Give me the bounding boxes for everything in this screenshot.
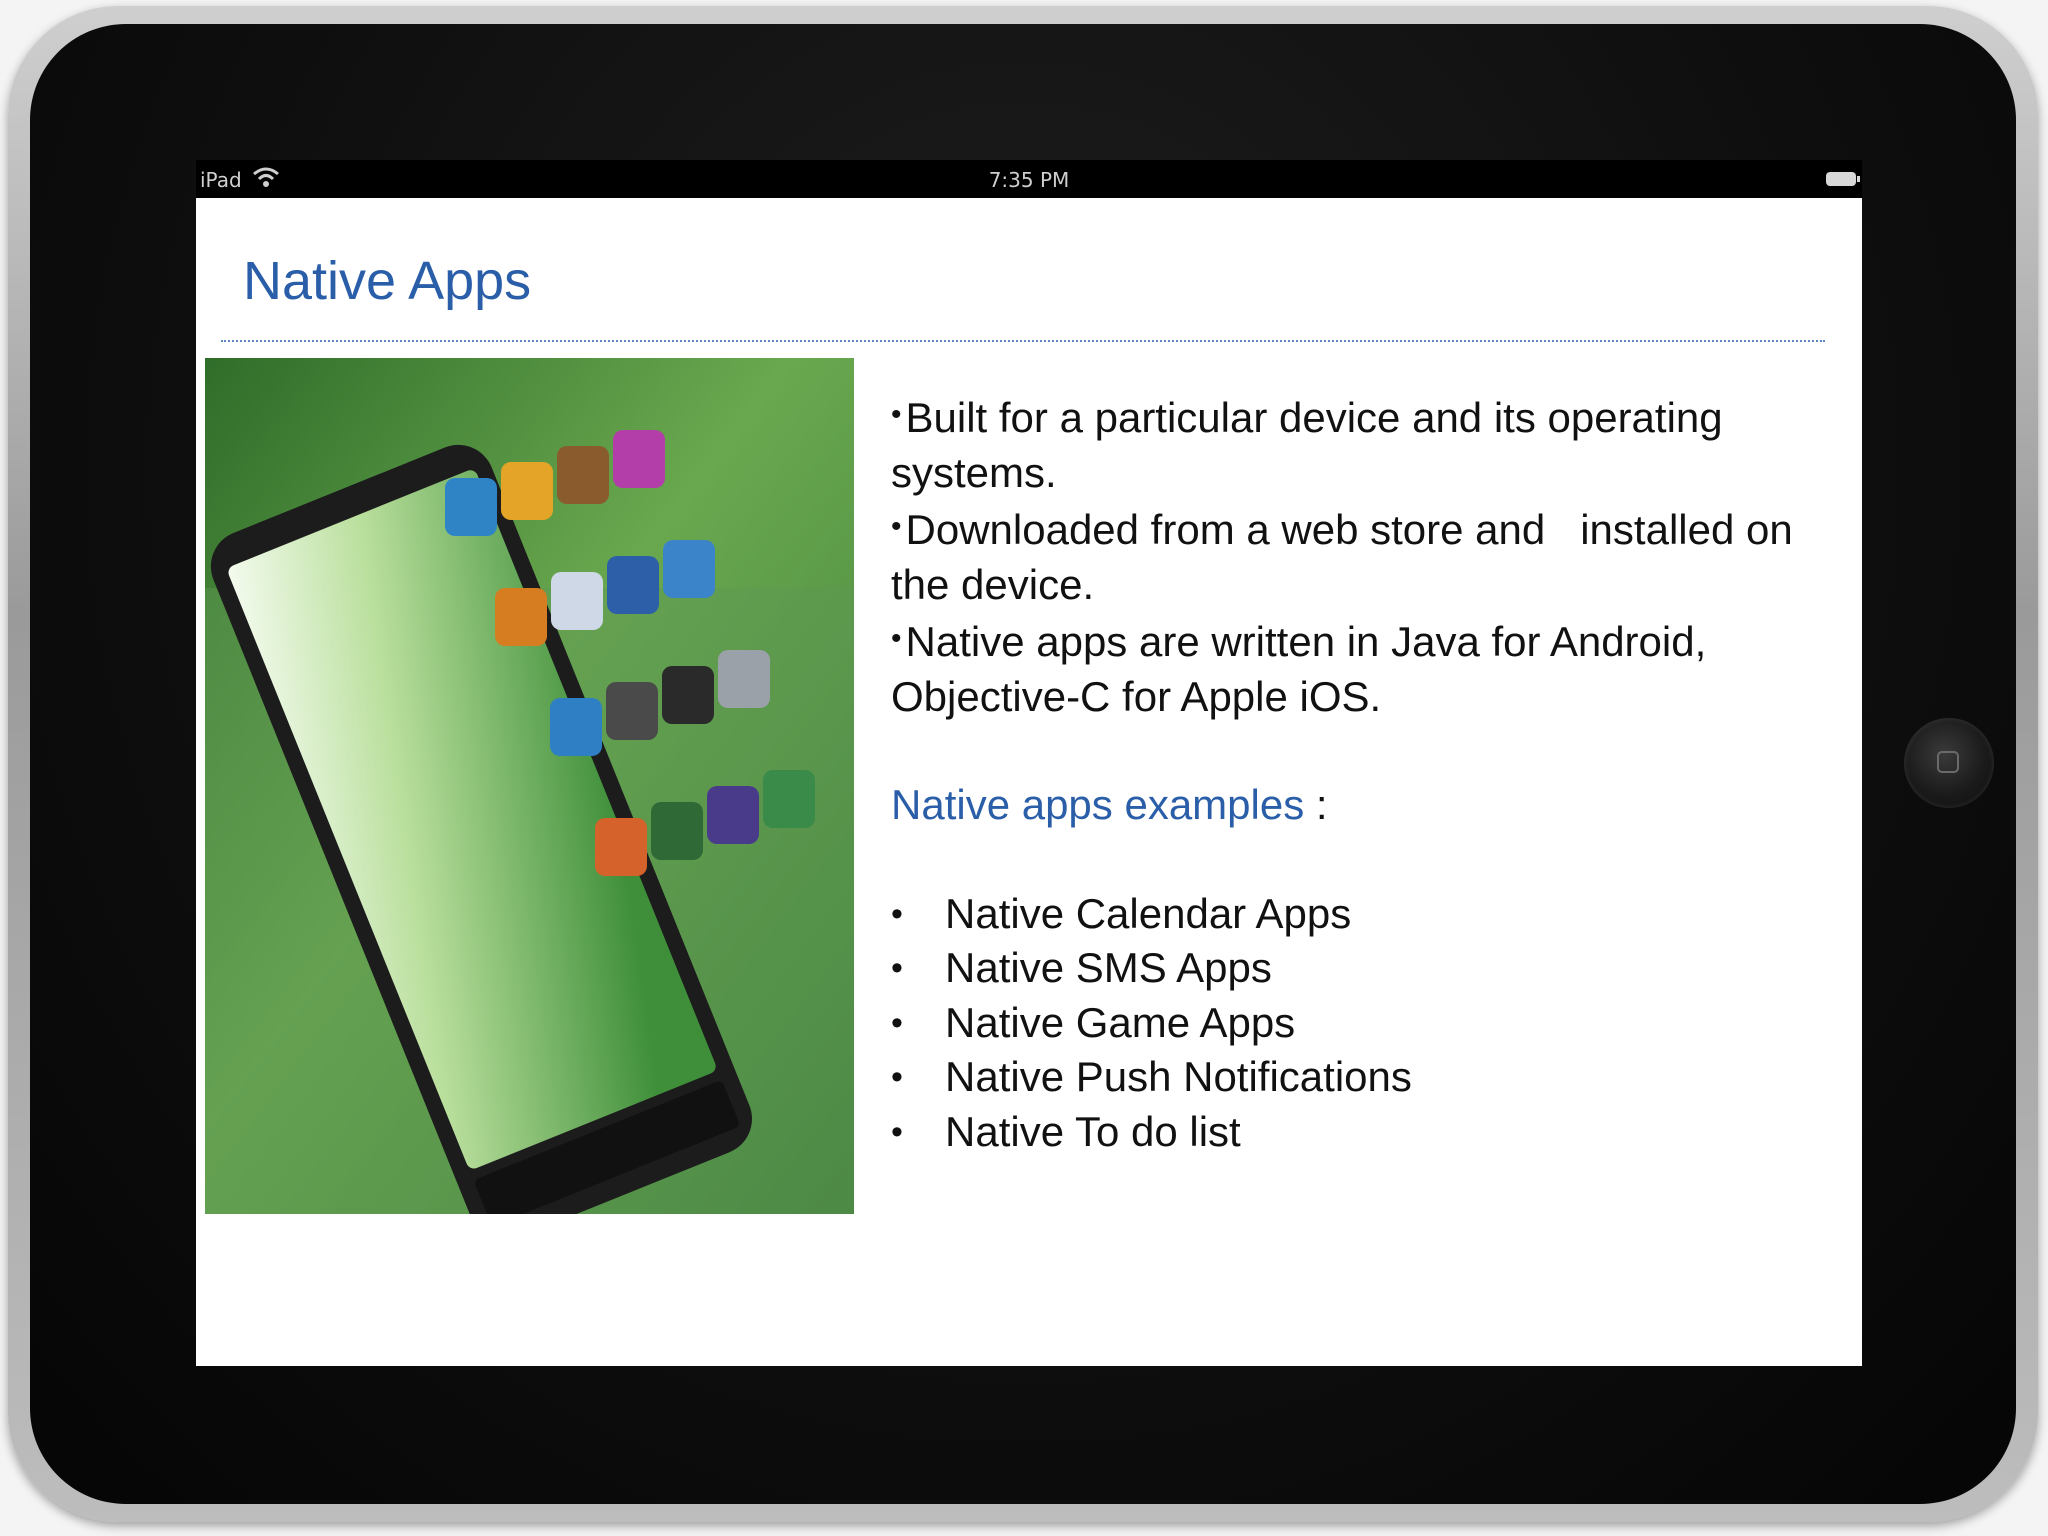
examples-heading-text: Native apps examples (891, 781, 1305, 828)
paragraph-2: •Downloaded from a web store and install… (891, 500, 1841, 612)
title-divider (221, 340, 1825, 342)
list-item: • Native Game Apps (891, 996, 1841, 1051)
status-bar: iPad 7:35 PM (196, 160, 1862, 198)
battery-icon (1826, 172, 1860, 186)
list-item: • Native Push Notifications (891, 1050, 1841, 1105)
bullet-marker: • (891, 1003, 903, 1042)
example-text: Native Push Notifications (945, 1053, 1412, 1100)
list-item: • Native To do list (891, 1105, 1841, 1160)
example-text: Native SMS Apps (945, 944, 1272, 991)
examples-heading: Native apps examples : (891, 778, 1841, 833)
list-item: • Native Calendar Apps (891, 887, 1841, 942)
slide-body: •Built for a particular device and its o… (891, 388, 1841, 1159)
status-clock: 7:35 PM (988, 168, 1070, 192)
ipad-screen: iPad 7:35 PM Native Apps •Built for a pa… (196, 160, 1862, 1366)
bullet-marker: • (891, 949, 903, 987)
paragraph-3: •Native apps are written in Java for And… (891, 612, 1841, 724)
examples-list: • Native Calendar Apps • Native SMS Apps •… (891, 887, 1841, 1160)
example-text: Native Calendar Apps (945, 889, 1352, 937)
bullet-marker: • (891, 1058, 903, 1096)
example-text: Native To do list (945, 1107, 1241, 1155)
stage: iPad 7:35 PM Native Apps •Built for a pa… (0, 0, 2048, 1536)
bullet-marker: • (891, 510, 902, 543)
paragraph-1: •Built for a particular device and its o… (891, 388, 1841, 500)
bullet-marker: • (891, 1112, 903, 1151)
bullet-marker: • (891, 398, 902, 431)
paragraph-1-text: Built for a particular device and its op… (891, 394, 1723, 496)
smartphone-with-app-icons-illustration (205, 358, 854, 1214)
bullet-marker: • (891, 622, 902, 655)
paragraph-3-text: Native apps are written in Java for Andr… (891, 618, 1707, 720)
examples-heading-colon: : (1304, 781, 1328, 828)
bullet-marker: • (891, 894, 903, 933)
list-item: • Native SMS Apps (891, 941, 1841, 996)
example-text: Native Game Apps (945, 998, 1296, 1046)
paragraph-2-text: Downloaded from a web store and installe… (891, 506, 1805, 608)
home-button-icon[interactable] (1904, 718, 1994, 808)
slide-title: Native Apps (243, 251, 532, 311)
